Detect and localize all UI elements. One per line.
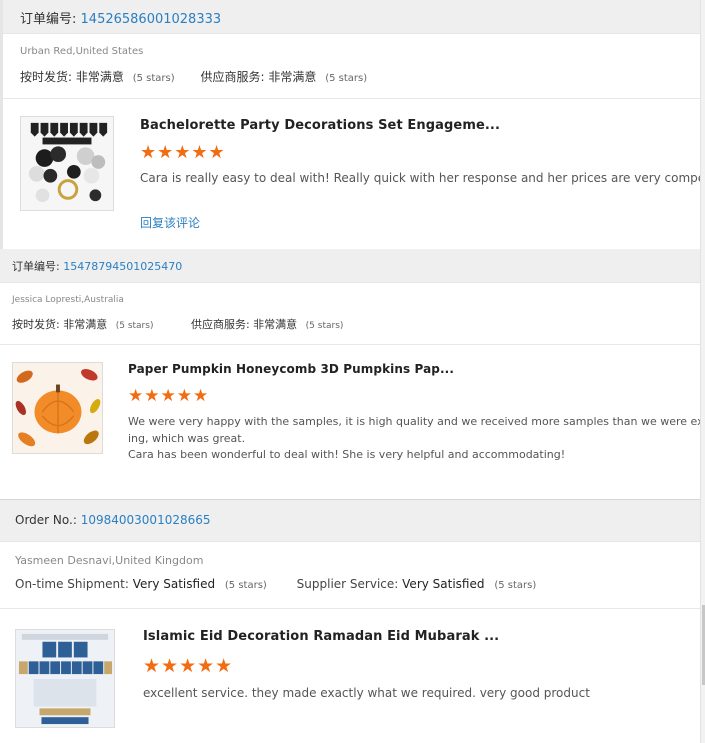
service-stars: (5 stars) <box>494 580 537 591</box>
service-value: 非常满意 <box>253 318 298 331</box>
paper-pumpkin-thumbnail[interactable] <box>12 362 103 454</box>
service-label: 供应商服务: <box>190 318 250 331</box>
bachelorette-decoration-thumbnail[interactable] <box>20 116 114 211</box>
service-stars: (5 stars) <box>305 321 344 331</box>
order-number-label: Order No.: <box>15 513 77 527</box>
order-number-bar: Order No.: 10984003001028665 <box>0 500 700 542</box>
order-number-link[interactable]: 14526586001028333 <box>81 12 222 27</box>
shipment-stars: (5 stars) <box>115 321 154 331</box>
shipment-stars: (5 stars) <box>224 580 267 591</box>
reply-comment-link[interactable]: 回复该评论 <box>140 214 200 231</box>
order-number-label: 订单编号: <box>12 260 60 273</box>
star-rating: ★★★★★ <box>128 386 210 406</box>
eid-banner-thumbnail[interactable] <box>15 629 115 728</box>
vertical-scrollbar[interactable] <box>700 0 705 743</box>
review-text: Cara is really easy to deal with! Really… <box>140 171 700 185</box>
buyer-name: Yasmeen Desnavi,United Kingdom <box>15 554 204 567</box>
shipment-label: On-time Shipment: <box>15 577 129 591</box>
shipment-value: Very Satisfied <box>132 577 216 591</box>
shipment-stars: (5 stars) <box>132 73 175 84</box>
product-title-link[interactable]: Islamic Eid Decoration Ramadan Eid Mubar… <box>143 629 499 644</box>
buyer-name: Jessica Lopresti,Australia <box>12 295 124 305</box>
star-rating: ★★★★★ <box>140 142 226 163</box>
review-card-1: 订单编号: 14526586001028333 Urban Red,United… <box>3 0 700 249</box>
service-label: 供应商服务: <box>200 70 265 84</box>
divider <box>3 98 700 99</box>
order-number-link[interactable]: 15478794501025470 <box>63 260 182 273</box>
left-edge <box>0 0 3 249</box>
service-value: Very Satisfied <box>402 577 485 591</box>
product-title-link[interactable]: Paper Pumpkin Honeycomb 3D Pumpkins Pap.… <box>128 362 454 376</box>
review-text: We were very happy with the samples, it … <box>128 414 700 464</box>
service-value: 非常满意 <box>268 70 317 84</box>
review-line: excellent service. they made exactly wha… <box>143 686 590 700</box>
review-line: Cara has been wonderful to deal with! Sh… <box>128 448 566 461</box>
review-line: We were very happy with the samples, it … <box>128 415 700 428</box>
product-title-link[interactable]: Bachelorette Party Decorations Set Engag… <box>140 118 500 133</box>
ratings-row: 按时发货: 非常满意 (5 stars) 供应商服务: 非常满意 (5 star… <box>12 316 343 332</box>
review-line: ing, which was great. <box>128 431 246 445</box>
review-card-2: 订单编号: 15478794501025470 Jessica Lopresti… <box>0 249 700 499</box>
buyer-name: Urban Red,United States <box>20 46 144 57</box>
divider <box>0 344 700 345</box>
ratings-row: 按时发货: 非常满意 (5 stars) 供应商服务: 非常满意 (5 star… <box>20 68 367 85</box>
ratings-row: On-time Shipment: Very Satisfied (5 star… <box>15 577 536 591</box>
order-number-bar: 订单编号: 14526586001028333 <box>3 0 700 34</box>
service-stars: (5 stars) <box>325 73 368 84</box>
order-number-bar: 订单编号: 15478794501025470 <box>0 249 700 283</box>
order-number-link[interactable]: 10984003001028665 <box>81 513 211 527</box>
review-text: excellent service. they made exactly wha… <box>143 686 590 700</box>
service-label: Supplier Service: <box>296 577 399 591</box>
shipment-label: 按时发货: <box>12 318 60 331</box>
review-card-3: Order No.: 10984003001028665 Yasmeen Des… <box>0 499 700 743</box>
divider <box>0 608 700 609</box>
review-line: Cara is really easy to deal with! Really… <box>140 171 700 185</box>
shipment-value: 非常满意 <box>75 70 124 84</box>
order-number-label: 订单编号: <box>20 12 77 27</box>
star-rating: ★★★★★ <box>143 655 234 677</box>
shipment-value: 非常满意 <box>63 318 108 331</box>
shipment-label: 按时发货: <box>20 70 73 84</box>
